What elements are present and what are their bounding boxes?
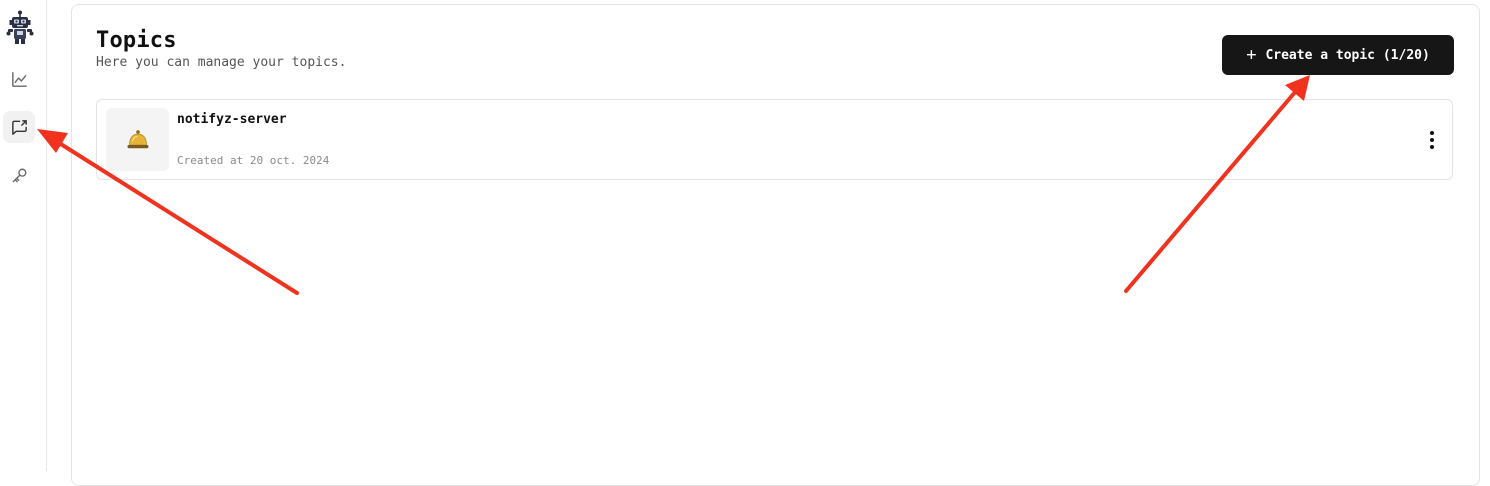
main-panel [71,4,1480,486]
sidebar-item-analytics[interactable] [3,63,35,95]
topic-icon-box [106,108,169,171]
chart-line-icon [11,71,27,87]
topic-created-date: Created at 20 oct. 2024 [177,154,330,167]
plus-icon: + [1246,45,1257,65]
more-options-icon[interactable] [1420,124,1444,156]
topic-name[interactable]: notifyz-server [177,112,287,127]
page-title: Topics [96,28,177,53]
page-subtitle: Here you can manage your topics. [96,55,347,70]
robot-logo-icon[interactable] [4,10,36,46]
sidebar-item-api-keys[interactable] [3,159,35,191]
create-topic-label: Create a topic (1/20) [1265,47,1430,63]
message-share-icon [11,119,27,135]
bell-icon [127,129,148,148]
create-topic-button[interactable]: + Create a topic (1/20) [1222,35,1454,75]
key-icon [12,168,26,182]
sidebar [0,0,47,471]
topic-card[interactable]: notifyz-server Created at 20 oct. 2024 [96,99,1453,180]
sidebar-item-topics[interactable] [3,111,35,143]
